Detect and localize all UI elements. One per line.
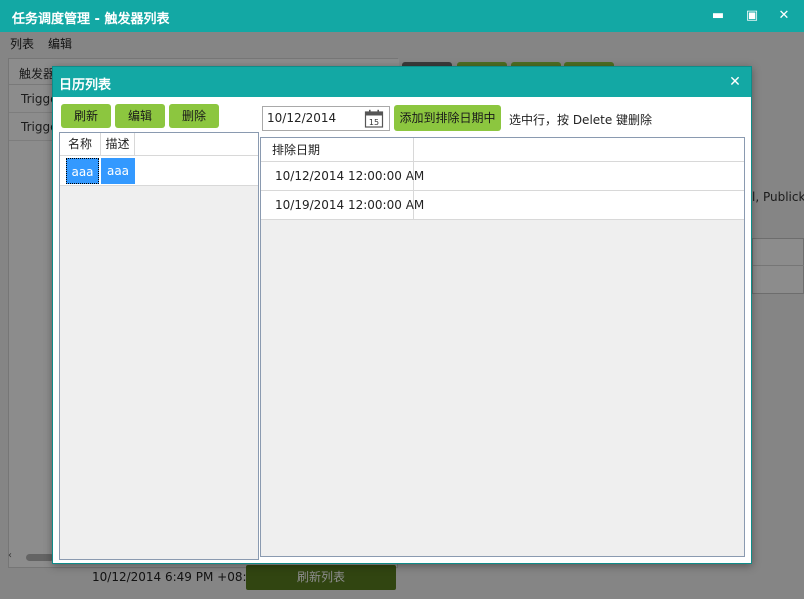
column-header-description[interactable]: 描述 [101, 133, 135, 156]
calendar-description-cell[interactable]: aaa [101, 158, 135, 184]
calendar-list-dialog: 日历列表 ✕ 刷新 编辑 删除 名称 描述 aaa aaa 15 添加到排除日期… [52, 66, 752, 564]
dialog-titlebar[interactable]: 日历列表 ✕ [53, 67, 751, 97]
edit-button[interactable]: 编辑 [115, 104, 165, 128]
column-header-name[interactable]: 名称 [60, 133, 101, 156]
delete-button[interactable]: 删除 [169, 104, 219, 128]
calendar-icon-day: 15 [369, 118, 379, 127]
calendar-name-cell[interactable]: aaa [66, 158, 99, 184]
table-row[interactable]: 10/12/2014 12:00:00 AM [261, 162, 744, 191]
table-row[interactable]: aaa aaa [60, 156, 258, 186]
calendar-list-header: 名称 描述 [60, 133, 258, 156]
maximize-icon[interactable]: ▣ [742, 6, 762, 26]
table-row[interactable]: 10/19/2014 12:00:00 AM [261, 191, 744, 220]
column-header-exclude-date[interactable]: 排除日期 [261, 138, 414, 162]
date-input[interactable] [267, 107, 363, 130]
calendar-icon[interactable]: 15 [364, 109, 384, 128]
close-icon[interactable]: ✕ [725, 72, 745, 92]
excluded-date-cell[interactable]: 10/19/2014 12:00:00 AM [261, 191, 424, 219]
excluded-dates-header: 排除日期 [261, 138, 744, 162]
refresh-button[interactable]: 刷新 [61, 104, 111, 128]
delete-hint-text: 选中行，按 Delete 键删除 [509, 113, 653, 127]
dialog-title: 日历列表 [59, 78, 112, 93]
close-icon[interactable]: ✕ [774, 6, 794, 26]
date-picker[interactable]: 15 [262, 106, 390, 131]
minimize-icon[interactable]: ▬ [708, 6, 728, 26]
excluded-date-cell[interactable]: 10/12/2014 12:00:00 AM [261, 162, 424, 190]
excluded-dates-grid: 排除日期 10/12/2014 12:00:00 AM 10/19/2014 1… [260, 137, 745, 557]
main-window-title: 任务调度管理 - 触发器列表 [12, 12, 170, 27]
add-exclude-date-button[interactable]: 添加到排除日期中 [394, 105, 501, 131]
main-titlebar[interactable]: 任务调度管理 - 触发器列表 ▬ ▣ ✕ [0, 0, 804, 32]
calendar-list-grid: 名称 描述 aaa aaa [59, 132, 259, 560]
